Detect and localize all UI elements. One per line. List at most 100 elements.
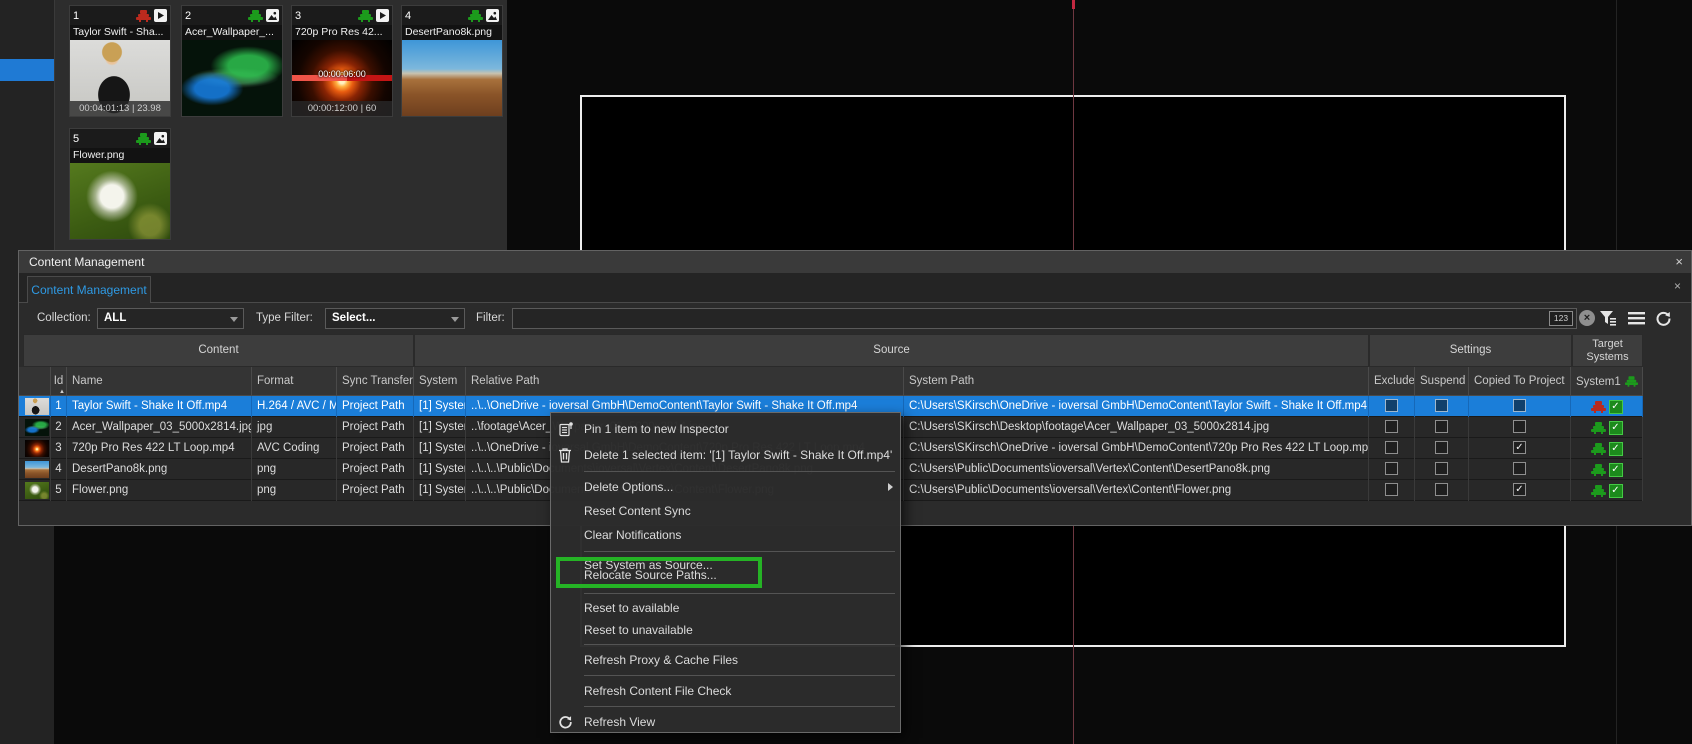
column-system-path[interactable]: System Path [904, 367, 1369, 396]
tile-number: 3 [295, 10, 355, 22]
group-settings[interactable]: Settings [1369, 334, 1572, 367]
suspend-checkbox[interactable] [1435, 441, 1448, 454]
row-name: Acer_Wallpaper_03_5000x2814.jpg [67, 417, 252, 438]
media-tile-acer-wallpaper[interactable]: 2 Acer_Wallpaper_... [181, 5, 283, 117]
suspend-checkbox[interactable] [1435, 462, 1448, 475]
media-tile-taylor-swift[interactable]: 1 Taylor Swift - Sha... 00:04:01:13 | 23… [69, 5, 171, 117]
exclude-checkbox[interactable] [1385, 399, 1398, 412]
tile-thumbnail [402, 40, 502, 116]
column-relative-path[interactable]: Relative Path [466, 367, 904, 396]
menu-hamburger-icon[interactable] [1624, 307, 1648, 330]
menu-item-clear-notifications[interactable]: Clear Notifications [551, 523, 900, 547]
column-exclude[interactable]: Exclude [1369, 367, 1415, 396]
copied-to-project-checkbox[interactable] [1513, 462, 1526, 475]
type-filter-select[interactable]: Select... [325, 308, 465, 329]
tile-header: 1 [70, 6, 170, 25]
trash-icon [558, 447, 572, 463]
suspend-checkbox[interactable] [1435, 420, 1448, 433]
menu-item-refresh-content-file-check[interactable]: Refresh Content File Check [551, 680, 900, 702]
column-id[interactable]: Id▲ [51, 367, 67, 396]
system1-checkbox[interactable]: ✓ [1609, 463, 1623, 477]
suspend-checkbox[interactable] [1435, 399, 1448, 412]
column-suspend[interactable]: Suspend [1415, 367, 1469, 396]
system-status-icon [1591, 401, 1606, 413]
system1-checkbox[interactable]: ✓ [1609, 421, 1623, 435]
menu-item-reset-content-sync[interactable]: Reset Content Sync [551, 499, 900, 523]
tile-duration: 00:00:12:00 | 60 [292, 101, 392, 116]
submenu-arrow-icon [888, 483, 893, 491]
row-thumbnail [25, 440, 49, 457]
count-badge: 123 [1549, 311, 1573, 326]
column-copied-to-project[interactable]: Copied To Project [1469, 367, 1571, 396]
row-name: 720p Pro Res 422 LT Loop.mp4 [67, 438, 252, 459]
tab-close-icon[interactable]: × [1674, 279, 1681, 293]
row-thumbnail [25, 419, 49, 436]
system-status-icon [136, 133, 151, 145]
system1-checkbox[interactable]: ✓ [1609, 442, 1623, 456]
video-file-icon [154, 9, 167, 22]
panel-close-icon[interactable]: × [1675, 251, 1683, 273]
collection-select[interactable]: ALL [97, 308, 244, 329]
media-tile-720p-prores[interactable]: 3 720p Pro Res 42... 00:00:06:00 00:00:1… [291, 5, 393, 117]
chevron-down-icon [230, 317, 238, 322]
tab-content-management[interactable]: Content Management [27, 276, 151, 303]
copied-to-project-checkbox[interactable] [1513, 420, 1526, 433]
group-source[interactable]: Source [414, 334, 1369, 367]
system-status-icon [1591, 485, 1606, 497]
left-dock-selected-item[interactable] [0, 59, 54, 81]
menu-item-reset-to-unavailable[interactable]: Reset to unavailable [551, 619, 900, 641]
column-format[interactable]: Format [252, 367, 337, 396]
menu-item-refresh-view[interactable]: Refresh View [551, 711, 900, 733]
tile-header: 5 [70, 129, 170, 148]
menu-item-delete-options[interactable]: Delete Options... [551, 475, 900, 499]
column-thumbnail[interactable] [23, 367, 51, 396]
tile-number: 5 [73, 133, 133, 145]
menu-item-relocate-source-paths[interactable]: Relocate Source Paths... [551, 563, 900, 587]
exclude-checkbox[interactable] [1385, 420, 1398, 433]
suspend-checkbox[interactable] [1435, 483, 1448, 496]
system-status-icon [1591, 464, 1606, 476]
column-sync-transfer[interactable]: Sync Transfer [337, 367, 414, 396]
column-system[interactable]: System [414, 367, 466, 396]
type-filter-value: Select... [332, 312, 375, 324]
row-name: Taylor Swift - Shake It Off.mp4 [67, 396, 252, 417]
collection-value: ALL [104, 312, 126, 324]
column-name[interactable]: Name [67, 367, 252, 396]
tile-thumbnail: 00:04:01:13 | 23.98 [70, 40, 170, 116]
exclude-checkbox[interactable] [1385, 441, 1398, 454]
copied-to-project-checkbox[interactable]: ✓ [1513, 483, 1526, 496]
tile-header: 4 [402, 6, 502, 25]
image-file-icon [486, 9, 499, 22]
media-tile-desertpano[interactable]: 4 DesertPano8k.png [401, 5, 503, 117]
system1-checkbox[interactable]: ✓ [1609, 400, 1623, 414]
filter-input[interactable] [512, 308, 1577, 329]
refresh-icon [558, 715, 573, 730]
filter-funnel-icon[interactable] [1596, 307, 1620, 330]
menu-item-refresh-proxy-cache[interactable]: Refresh Proxy & Cache Files [551, 649, 900, 671]
menu-separator [584, 593, 895, 594]
exclude-checkbox[interactable] [1385, 462, 1398, 475]
pin-inspector-icon [558, 421, 574, 437]
tile-name: DesertPano8k.png [402, 25, 502, 40]
menu-separator [584, 644, 895, 645]
media-tile-flower[interactable]: 5 Flower.png [69, 128, 171, 240]
playback-timecode: 00:00:06:00 [292, 69, 392, 79]
menu-item-reset-to-available[interactable]: Reset to available [551, 597, 900, 619]
column-system1[interactable]: System1 [1571, 367, 1643, 396]
tile-name: Flower.png [70, 148, 170, 163]
system1-checkbox[interactable]: ✓ [1609, 484, 1623, 498]
menu-item-pin-to-inspector[interactable]: Pin 1 item to new Inspector [551, 416, 900, 442]
tile-header: 3 [292, 6, 392, 25]
table-column-header: Id▲ Name Format Sync Transfer System Rel… [19, 367, 1643, 396]
application-window: 1 Taylor Swift - Sha... 00:04:01:13 | 23… [0, 0, 1692, 744]
exclude-checkbox[interactable] [1385, 483, 1398, 496]
group-content[interactable]: Content [23, 334, 414, 367]
copied-to-project-checkbox[interactable] [1513, 399, 1526, 412]
clear-filter-icon[interactable]: × [1579, 310, 1595, 326]
panel-titlebar[interactable]: Content Management × [19, 251, 1691, 273]
copied-to-project-checkbox[interactable]: ✓ [1513, 441, 1526, 454]
refresh-icon[interactable] [1651, 307, 1675, 330]
group-target-systems[interactable]: Target Systems [1572, 334, 1643, 367]
menu-item-delete-selected[interactable]: Delete 1 selected item: '[1] Taylor Swif… [551, 442, 900, 468]
image-file-icon [266, 9, 279, 22]
